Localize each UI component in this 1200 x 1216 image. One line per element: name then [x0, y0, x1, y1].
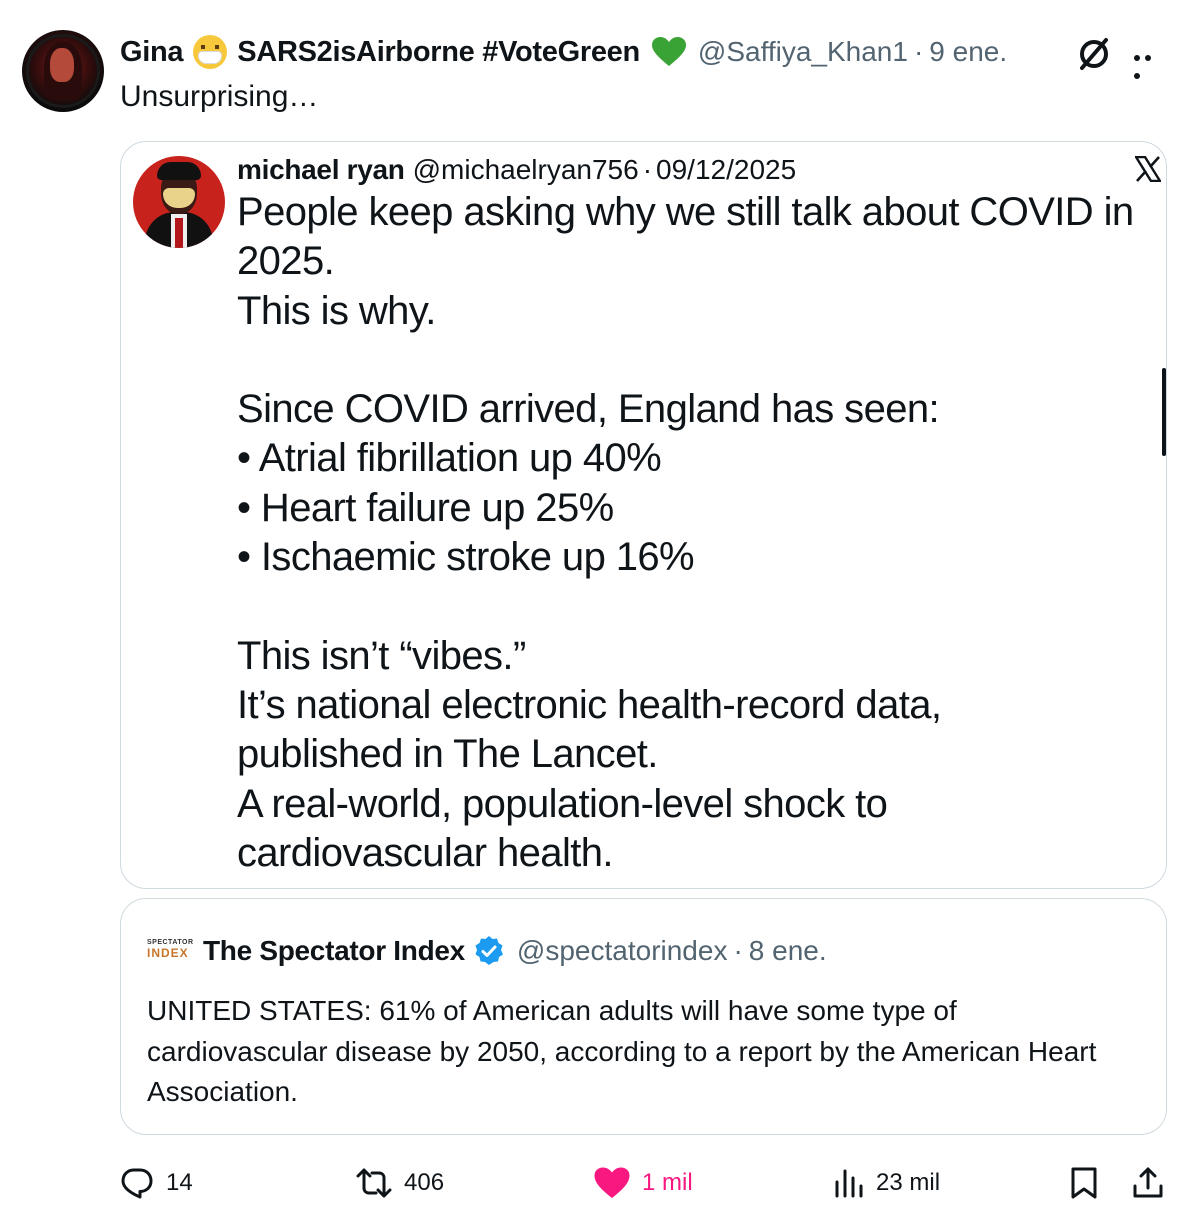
reply-icon: [121, 1168, 153, 1199]
author-handle[interactable]: @Saffiya_Khan1: [698, 36, 908, 68]
action-bar: 14 406 1 mil 23 mil: [0, 1158, 1200, 1208]
post-date[interactable]: 9 ene.: [929, 36, 1007, 68]
avatar-ring: [26, 34, 100, 108]
quoted-post-card[interactable]: michael ryan @michaelryan756 · 09/12/202…: [120, 141, 1167, 889]
quoted-text-line: • Heart failure up 25%: [237, 485, 614, 530]
embedded-quote-text: UNITED STATES: 61% of American adults wi…: [147, 995, 1097, 1107]
like-button[interactable]: 1 mil: [594, 1158, 693, 1208]
embedded-author-name[interactable]: The Spectator Index: [203, 935, 465, 967]
tweet-text: Unsurprising…: [120, 80, 319, 113]
quoted-text-line: A real-world, population-level shock to: [237, 781, 888, 826]
embedded-separator-dot: ·: [733, 935, 743, 966]
quoted-text-line: People keep asking why we still talk abo…: [237, 190, 1134, 234]
embedded-quote-header: The Spectator Index @spectatorindex · 8 …: [203, 931, 827, 971]
quoted-text-line: This isn’t “vibes.”: [237, 633, 526, 678]
embedded-author-handle[interactable]: @spectatorindex: [517, 935, 728, 967]
reply-count: 14: [166, 1169, 193, 1196]
scrollbar[interactable]: [1162, 368, 1166, 456]
quoted-text-line: • Ischaemic stroke up 16%: [237, 535, 695, 580]
bookmark-icon: [1071, 1167, 1097, 1199]
author-name[interactable]: Gina: [120, 36, 184, 69]
quoted-text-line: It’s national electronic health-record d…: [237, 682, 942, 727]
quoted-author-avatar[interactable]: [133, 156, 225, 248]
spectator-index-logo[interactable]: SPECTATOR INDEX: [147, 939, 195, 961]
x-logo-icon: [1133, 155, 1163, 183]
reply-button[interactable]: 14: [120, 1158, 193, 1208]
quoted-text-line: cardiovascular health.: [237, 830, 614, 875]
author-avatar[interactable]: [22, 30, 104, 112]
quoted-text-line: published in The Lancet.: [237, 732, 658, 777]
quoted-text-line: 2025.: [237, 239, 335, 284]
quoted-text-line: [237, 582, 1162, 631]
heart-filled-icon: [594, 1167, 630, 1198]
share-icon: [1133, 1167, 1163, 1198]
bookmark-button[interactable]: [1068, 1158, 1112, 1208]
share-button[interactable]: [1132, 1158, 1176, 1208]
mask-face-emoji-icon: [193, 35, 228, 69]
quoted-text-line: [237, 336, 1162, 385]
quoted-separator-dot: ·: [642, 154, 653, 185]
repost-count: 406: [404, 1169, 445, 1196]
embedded-post-date[interactable]: 8 ene.: [749, 935, 827, 967]
embedded-quote-card[interactable]: SPECTATOR INDEX The Spectator Index @spe…: [120, 898, 1167, 1135]
logo-bottom-text: INDEX: [147, 946, 189, 960]
like-count: 1 mil: [642, 1169, 693, 1196]
views-button[interactable]: 23 mil: [834, 1158, 940, 1208]
analytics-icon: [835, 1169, 863, 1198]
quoted-author-name: michael ryan: [237, 154, 405, 185]
repost-button[interactable]: 406: [356, 1158, 444, 1208]
verified-badge-icon: [473, 935, 505, 967]
grok-icon[interactable]: [1074, 34, 1114, 74]
quoted-post-date: 09/12/2025: [656, 154, 797, 185]
tweet-header: Gina SARS2isAirborne #VoteGreen @Saffiya…: [120, 30, 1007, 74]
views-count: 23 mil: [876, 1169, 941, 1196]
quoted-author-handle: @michaelryan756: [412, 154, 639, 185]
quoted-text-line: • Atrial fibrillation up 40%: [237, 436, 662, 481]
quoted-post-header: michael ryan @michaelryan756 · 09/12/202…: [237, 152, 796, 188]
separator-dot: ·: [913, 36, 924, 67]
author-name-suffix[interactable]: SARS2isAirborne #VoteGreen: [237, 36, 640, 69]
quoted-text-line: Since COVID arrived, England has seen:: [237, 387, 940, 432]
repost-icon: [356, 1168, 392, 1198]
quoted-post-text: People keep asking why we still talk abo…: [237, 188, 1162, 878]
green-heart-emoji-icon: [651, 37, 686, 67]
more-options-icon[interactable]: [1134, 48, 1164, 79]
quoted-text-line: This is why.: [237, 288, 436, 333]
